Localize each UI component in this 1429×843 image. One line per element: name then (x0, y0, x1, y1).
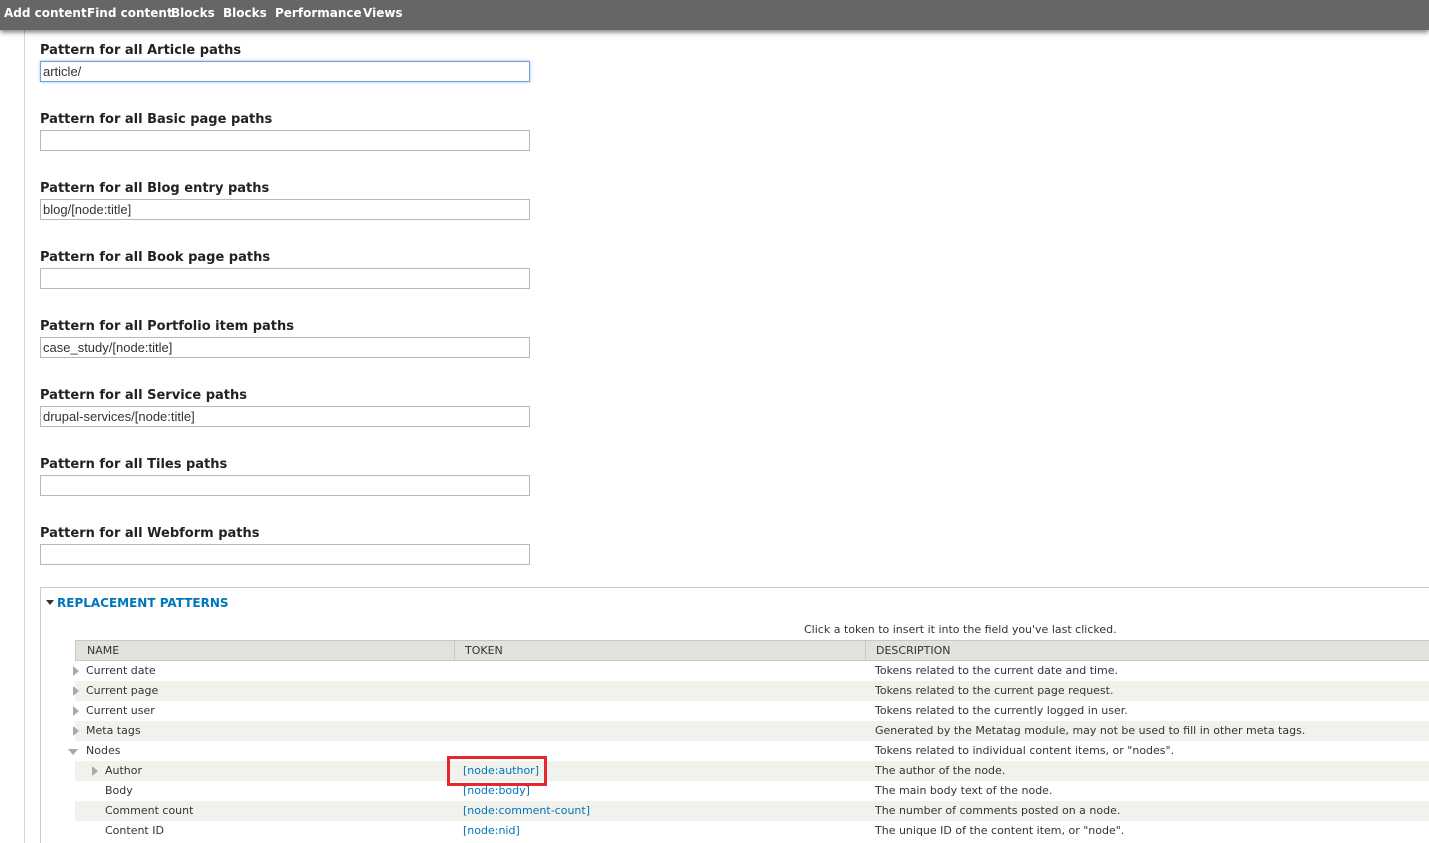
token-name: Current user (86, 704, 155, 717)
token-description: Tokens related to the current page reque… (875, 684, 1114, 697)
tiles-pattern-input[interactable] (40, 475, 530, 496)
tiles-pattern-field: Pattern for all Tiles paths (40, 457, 540, 496)
token-row-nodes: Nodes Tokens related to individual conte… (68, 741, 1429, 761)
header-token: TOKEN (465, 644, 503, 657)
blog-entry-pattern-input[interactable] (40, 199, 530, 220)
tiles-pattern-label: Pattern for all Tiles paths (40, 457, 228, 472)
header-description: DESCRIPTION (876, 644, 951, 657)
toolbar-performance[interactable]: Performance (275, 6, 362, 20)
webform-pattern-input[interactable] (40, 544, 530, 565)
token-description: Tokens related to the currently logged i… (875, 704, 1128, 717)
column-divider (454, 641, 455, 661)
token-table-header: NAME TOKEN DESCRIPTION (75, 640, 1429, 661)
token-row-current-date: Current date Tokens related to the curre… (73, 661, 1429, 681)
book-page-pattern-label: Pattern for all Book page paths (40, 250, 271, 265)
expand-arrow-icon[interactable] (73, 666, 79, 676)
token-description: The number of comments posted on a node. (875, 804, 1121, 817)
book-page-pattern-input[interactable] (40, 268, 530, 289)
token-row-meta-tags: Meta tags Generated by the Metatag modul… (73, 721, 1429, 741)
expand-arrow-icon[interactable] (92, 766, 98, 776)
book-page-pattern-field: Pattern for all Book page paths (40, 250, 540, 289)
header-name: NAME (87, 644, 120, 657)
token-name: Author (105, 764, 143, 777)
article-pattern-label: Pattern for all Article paths (40, 43, 242, 58)
token-description: Tokens related to the current date and t… (875, 664, 1119, 677)
token-tree-table: NAME TOKEN DESCRIPTION Current date Toke… (68, 640, 1429, 841)
token-name: Content ID (105, 824, 164, 837)
toolbar-blocks-2[interactable]: Blocks (223, 6, 267, 20)
blog-entry-pattern-field: Pattern for all Blog entry paths (40, 181, 540, 220)
token-name: Current page (86, 684, 159, 697)
token-description: Generated by the Metatag module, may not… (875, 724, 1306, 737)
token-link-node-nid[interactable]: [node:nid] (463, 824, 520, 837)
token-description: The author of the node. (875, 764, 1006, 777)
expand-arrow-icon[interactable] (73, 726, 79, 736)
toolbar-find-content[interactable]: Find content (87, 6, 173, 20)
webform-pattern-field: Pattern for all Webform paths (40, 526, 540, 565)
column-divider (865, 641, 866, 661)
toolbar-add-content[interactable]: Add content (4, 6, 87, 20)
collapse-arrow-icon[interactable] (68, 749, 78, 755)
admin-toolbar: Add content Find content Blocks Blocks P… (0, 0, 1429, 30)
token-name: Meta tags (86, 724, 141, 737)
service-pattern-input[interactable] (40, 406, 530, 427)
expand-arrow-icon[interactable] (73, 706, 79, 716)
token-row-body: Body [node:body] The main body text of t… (75, 781, 1429, 801)
replacement-patterns-toggle[interactable]: REPLACEMENT PATTERNS (46, 596, 229, 610)
token-name: Nodes (86, 744, 121, 757)
portfolio-item-pattern-label: Pattern for all Portfolio item paths (40, 319, 295, 334)
expand-arrow-icon[interactable] (73, 686, 79, 696)
collapse-arrow-icon (46, 600, 54, 605)
basic-page-pattern-input[interactable] (40, 130, 530, 151)
token-row-content-id: Content ID [node:nid] The unique ID of t… (75, 821, 1429, 841)
token-link-node-author[interactable]: [node:author] (463, 764, 539, 777)
token-help-text: Click a token to insert it into the fiel… (804, 623, 1117, 636)
token-link-node-body[interactable]: [node:body] (463, 784, 530, 797)
token-row-current-page: Current page Tokens related to the curre… (73, 681, 1429, 701)
portfolio-item-pattern-input[interactable] (40, 337, 530, 358)
blog-entry-pattern-label: Pattern for all Blog entry paths (40, 181, 270, 196)
article-pattern-field: Pattern for all Article paths (40, 43, 540, 82)
token-description: Tokens related to individual content ite… (875, 744, 1175, 757)
token-link-node-comment-count[interactable]: [node:comment-count] (463, 804, 590, 817)
token-description: The main body text of the node. (875, 784, 1053, 797)
token-name: Body (105, 784, 133, 797)
service-pattern-field: Pattern for all Service paths (40, 388, 540, 427)
webform-pattern-label: Pattern for all Webform paths (40, 526, 260, 541)
token-name: Comment count (105, 804, 194, 817)
replacement-patterns-legend: REPLACEMENT PATTERNS (57, 596, 229, 610)
article-pattern-input[interactable] (40, 61, 530, 82)
token-row-comment-count: Comment count [node:comment-count] The n… (75, 801, 1429, 821)
token-row-current-user: Current user Tokens related to the curre… (73, 701, 1429, 721)
portfolio-item-pattern-field: Pattern for all Portfolio item paths (40, 319, 540, 358)
basic-page-pattern-field: Pattern for all Basic page paths (40, 112, 540, 151)
toolbar-blocks[interactable]: Blocks (171, 6, 215, 20)
content-divider (24, 30, 25, 843)
basic-page-pattern-label: Pattern for all Basic page paths (40, 112, 273, 127)
toolbar-views[interactable]: Views (363, 6, 403, 20)
service-pattern-label: Pattern for all Service paths (40, 388, 247, 403)
token-name: Current date (86, 664, 156, 677)
token-row-author: Author [node:author] The author of the n… (75, 761, 1429, 781)
token-description: The unique ID of the content item, or "n… (875, 824, 1125, 837)
